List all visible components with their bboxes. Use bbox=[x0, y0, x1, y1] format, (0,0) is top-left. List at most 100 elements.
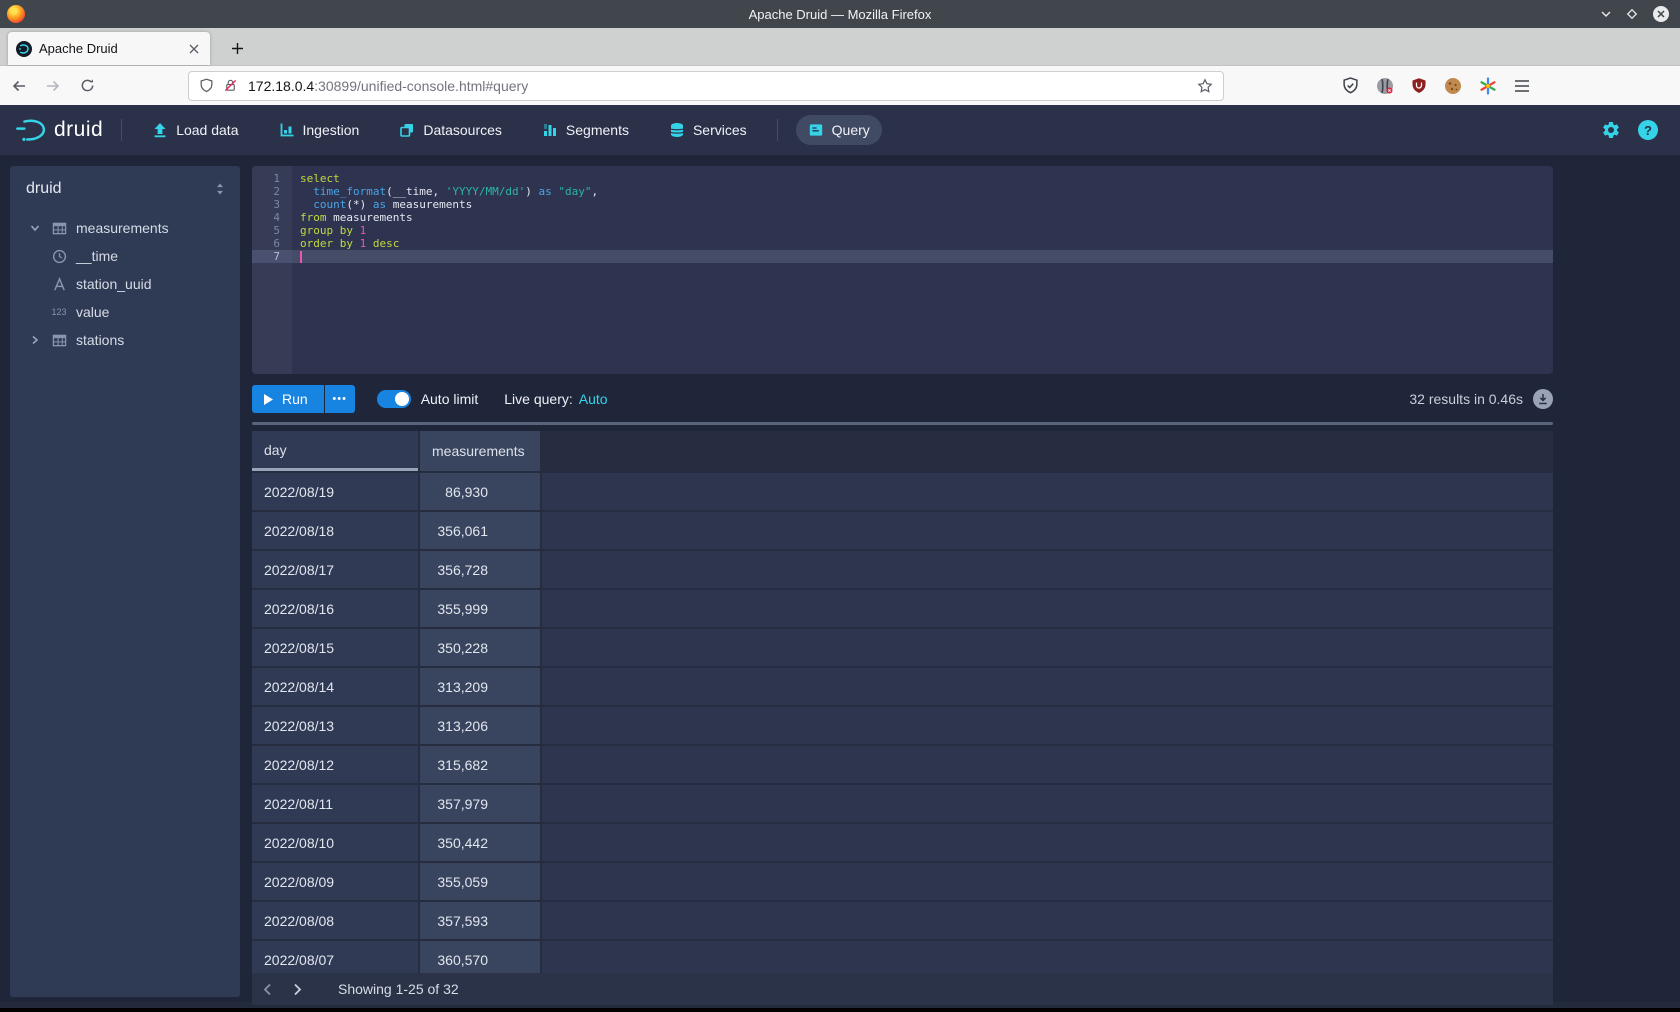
cell-measurements[interactable]: 315,682 bbox=[420, 746, 540, 783]
table-row[interactable]: 2022/08/07 360,570 bbox=[252, 941, 1553, 973]
table-row[interactable]: 2022/08/09 355,059 bbox=[252, 863, 1553, 900]
bookmark-star-icon[interactable] bbox=[1197, 78, 1213, 94]
close-icon[interactable] bbox=[1652, 5, 1670, 23]
insecure-lock-icon bbox=[223, 78, 238, 93]
nav-services[interactable]: Services bbox=[657, 115, 759, 145]
back-button[interactable] bbox=[4, 71, 34, 101]
url-field[interactable]: 172.18.0.4:30899/unified-console.html#qu… bbox=[188, 71, 1224, 101]
table-row[interactable]: 2022/08/17 356,728 bbox=[252, 551, 1553, 588]
cell-day[interactable]: 2022/08/10 bbox=[252, 824, 418, 861]
nav-segments[interactable]: Segments bbox=[530, 115, 641, 145]
prev-page-button[interactable] bbox=[252, 973, 282, 1005]
chevron-right-icon[interactable] bbox=[28, 335, 42, 345]
nav-datasources[interactable]: Datasources bbox=[387, 115, 514, 145]
cell-day[interactable]: 2022/08/11 bbox=[252, 785, 418, 822]
table-row[interactable]: 2022/08/18 356,061 bbox=[252, 512, 1553, 549]
cell-measurements[interactable]: 356,061 bbox=[420, 512, 540, 549]
cell-day[interactable]: 2022/08/15 bbox=[252, 629, 418, 666]
table-row[interactable]: 2022/08/19 86,930 bbox=[252, 473, 1553, 510]
cell-measurements[interactable]: 355,059 bbox=[420, 863, 540, 900]
nav-label: Ingestion bbox=[303, 122, 360, 138]
browser-tab[interactable]: Apache Druid bbox=[8, 32, 210, 65]
cell-day[interactable]: 2022/08/17 bbox=[252, 551, 418, 588]
table-row[interactable]: 2022/08/14 313,209 bbox=[252, 668, 1553, 705]
cell-day[interactable]: 2022/08/07 bbox=[252, 941, 418, 973]
cell-measurements[interactable]: 313,206 bbox=[420, 707, 540, 744]
column-header-day[interactable]: day bbox=[252, 431, 418, 471]
maximize-diamond-icon[interactable] bbox=[1626, 8, 1638, 20]
druid-logo[interactable]: druid bbox=[14, 117, 103, 144]
cell-measurements[interactable]: 357,979 bbox=[420, 785, 540, 822]
tree-item-stations[interactable]: stations bbox=[10, 326, 240, 354]
cell-day[interactable]: 2022/08/14 bbox=[252, 668, 418, 705]
column-header-measurements[interactable]: measurements bbox=[420, 431, 540, 471]
tree-item-time[interactable]: __time bbox=[10, 242, 240, 270]
cell-measurements[interactable]: 86,930 bbox=[420, 473, 540, 510]
table-row[interactable]: 2022/08/12 315,682 bbox=[252, 746, 1553, 783]
cell-day[interactable]: 2022/08/19 bbox=[252, 473, 418, 510]
cell-measurements[interactable]: 355,999 bbox=[420, 590, 540, 627]
chevron-down-icon[interactable] bbox=[28, 223, 42, 233]
table-row[interactable]: 2022/08/10 350,442 bbox=[252, 824, 1553, 861]
hamburger-menu-icon[interactable] bbox=[1514, 79, 1530, 93]
ublock-origin-icon[interactable] bbox=[1411, 77, 1427, 94]
results-table: day measurements 2022/08/19 86,930 2022/… bbox=[252, 431, 1553, 973]
cell-measurements[interactable]: 350,442 bbox=[420, 824, 540, 861]
colorful-asterisk-icon[interactable] bbox=[1479, 77, 1497, 95]
tree-item-value[interactable]: 123 value bbox=[10, 298, 240, 326]
run-button[interactable]: Run bbox=[252, 385, 324, 413]
cell-measurements[interactable]: 360,570 bbox=[420, 941, 540, 973]
privacy-badger-icon[interactable] bbox=[1376, 77, 1394, 95]
resize-splitter[interactable] bbox=[252, 422, 1553, 425]
tracking-shield-icon bbox=[199, 78, 214, 93]
table-row[interactable]: 2022/08/13 313,206 bbox=[252, 707, 1553, 744]
nav-label: Services bbox=[693, 122, 747, 138]
cell-day[interactable]: 2022/08/12 bbox=[252, 746, 418, 783]
nav-load-data[interactable]: Load data bbox=[140, 115, 250, 145]
table-row[interactable]: 2022/08/16 355,999 bbox=[252, 590, 1553, 627]
tab-close-icon[interactable] bbox=[186, 42, 202, 56]
auto-limit-label[interactable]: Auto limit bbox=[421, 391, 479, 407]
cell-day[interactable]: 2022/08/13 bbox=[252, 707, 418, 744]
nav-query[interactable]: Query bbox=[796, 115, 882, 145]
cell-measurements[interactable]: 350,228 bbox=[420, 629, 540, 666]
double-caret-sort-icon[interactable] bbox=[214, 182, 226, 196]
cell-measurements[interactable]: 357,593 bbox=[420, 902, 540, 939]
cell-day[interactable]: 2022/08/08 bbox=[252, 902, 418, 939]
forward-button[interactable] bbox=[38, 71, 68, 101]
more-options-button[interactable]: ••• bbox=[325, 385, 355, 413]
auto-limit-toggle[interactable] bbox=[377, 390, 411, 408]
tree-item-station-uuid[interactable]: station_uuid bbox=[10, 270, 240, 298]
table-row[interactable]: 2022/08/08 357,593 bbox=[252, 902, 1553, 939]
next-page-button[interactable] bbox=[282, 973, 312, 1005]
cell-day[interactable]: 2022/08/18 bbox=[252, 512, 418, 549]
window-titlebar[interactable]: Apache Druid — Mozilla Firefox bbox=[0, 0, 1680, 28]
nav-ingestion[interactable]: Ingestion bbox=[267, 115, 372, 145]
table-row[interactable]: 2022/08/15 350,228 bbox=[252, 629, 1553, 666]
settings-gear-icon[interactable] bbox=[1601, 120, 1621, 140]
schema-name: druid bbox=[26, 180, 62, 198]
help-icon[interactable]: ? bbox=[1638, 120, 1658, 140]
tree-label: value bbox=[76, 304, 109, 320]
cell-day[interactable]: 2022/08/16 bbox=[252, 590, 418, 627]
druid-header: druid Load data Ingestion Datasources Se… bbox=[0, 105, 1680, 155]
tree-item-measurements[interactable]: measurements bbox=[10, 214, 240, 242]
download-icon[interactable] bbox=[1533, 389, 1553, 409]
minimize-chevron-icon[interactable] bbox=[1600, 8, 1612, 20]
cell-day[interactable]: 2022/08/09 bbox=[252, 863, 418, 900]
druid-favicon-icon bbox=[16, 41, 32, 57]
live-query-value[interactable]: Auto bbox=[579, 391, 608, 407]
reload-button[interactable] bbox=[72, 71, 102, 101]
more-icon: ••• bbox=[332, 393, 347, 405]
cell-measurements[interactable]: 356,728 bbox=[420, 551, 540, 588]
cell-measurements[interactable]: 313,209 bbox=[420, 668, 540, 705]
table-row[interactable]: 2022/08/11 357,979 bbox=[252, 785, 1553, 822]
sql-editor[interactable]: 1234567 select time_format(__time, 'YYYY… bbox=[252, 166, 1553, 374]
window-title: Apache Druid — Mozilla Firefox bbox=[0, 7, 1680, 22]
cookie-icon[interactable] bbox=[1444, 77, 1462, 95]
new-tab-button[interactable] bbox=[222, 33, 252, 63]
results-summary: 32 results in 0.46s bbox=[1409, 391, 1523, 407]
shield-check-icon[interactable] bbox=[1342, 77, 1359, 94]
code-lines[interactable]: select time_format(__time, 'YYYY/MM/dd')… bbox=[292, 166, 1553, 374]
string-type-icon bbox=[51, 277, 67, 292]
